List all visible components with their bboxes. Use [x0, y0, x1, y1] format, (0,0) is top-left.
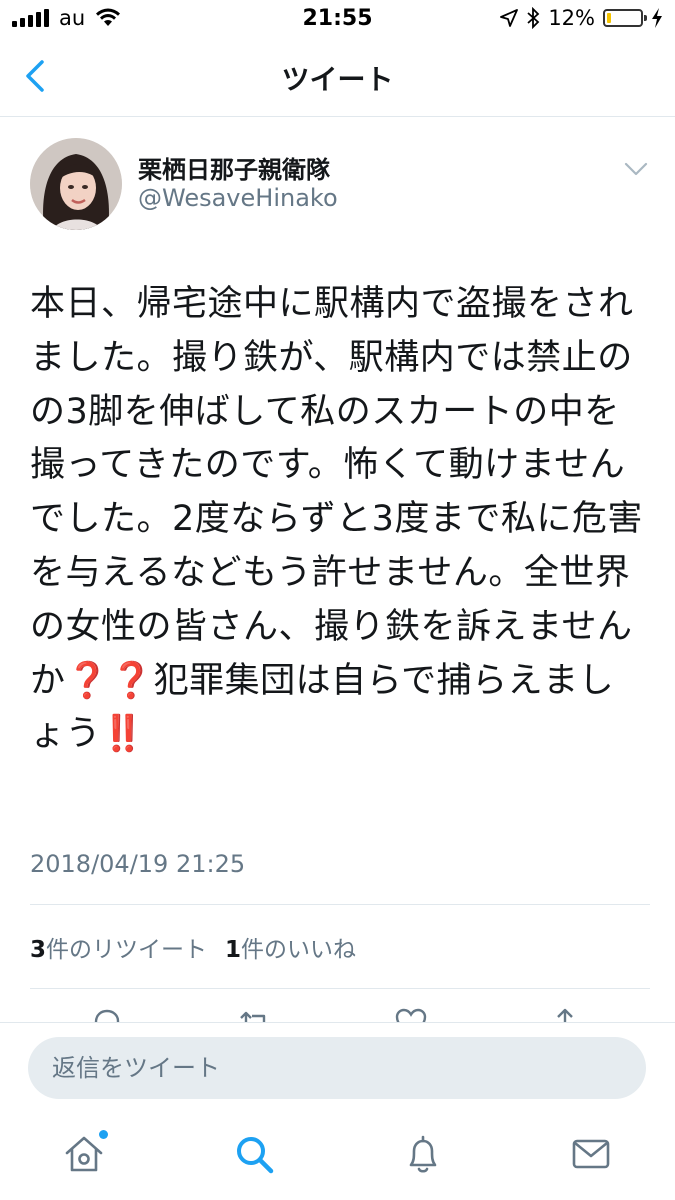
- notification-dot: [99, 1130, 108, 1139]
- battery-percent: 12%: [548, 6, 595, 30]
- retweet-button[interactable]: [238, 1006, 272, 1022]
- location-icon: [500, 9, 519, 27]
- page-title: ツイート: [281, 63, 394, 96]
- status-right: 12%: [500, 6, 663, 30]
- avatar[interactable]: [30, 138, 122, 230]
- bluetooth-icon: [527, 7, 540, 29]
- like-button[interactable]: [394, 1006, 428, 1022]
- heart-icon: [395, 1008, 427, 1022]
- tab-messages[interactable]: [569, 1132, 613, 1176]
- username[interactable]: @WesaveHinako: [138, 184, 338, 212]
- like-label: 件のいいね: [241, 937, 357, 963]
- reply-input[interactable]: [28, 1037, 646, 1099]
- divider: [30, 988, 650, 989]
- like-count: 1: [225, 937, 242, 963]
- search-icon: [237, 1137, 274, 1174]
- retweet-label: 件のリツイート: [46, 937, 208, 963]
- tab-bar: [0, 1114, 675, 1200]
- reply-icon: [94, 1009, 120, 1022]
- status-bar: au 21:55 12%: [0, 0, 675, 36]
- display-name[interactable]: 栗栖日那子親衛隊: [138, 150, 330, 185]
- share-icon: [557, 1008, 573, 1022]
- reply-bar: [0, 1022, 675, 1115]
- reply-button[interactable]: [90, 1006, 124, 1022]
- avatar-image: [30, 138, 122, 230]
- tab-home[interactable]: [62, 1130, 108, 1176]
- tweet-menu-button[interactable]: [622, 158, 650, 180]
- notifications-icon: [409, 1135, 437, 1173]
- like-count-link[interactable]: 1件のいいね: [225, 930, 356, 964]
- chevron-down-icon: [624, 162, 648, 176]
- tab-search[interactable]: [232, 1132, 276, 1176]
- tweet-text: 本日、帰宅途中に駅構内で盗撮をされました。撮り鉄が、駅構内では禁止のの3脚を伸ば…: [30, 284, 643, 755]
- tweet-stats: 3件のリツイート 1件のいいね: [30, 930, 356, 964]
- tab-notifications[interactable]: [401, 1132, 445, 1176]
- charging-icon: [652, 8, 662, 28]
- battery-icon: [603, 9, 647, 27]
- share-button[interactable]: [548, 1006, 582, 1022]
- messages-icon: [572, 1139, 610, 1169]
- tweet-actions: [0, 1000, 675, 1022]
- home-icon: [65, 1136, 103, 1172]
- retweet-count-link[interactable]: 3件のリツイート: [30, 930, 207, 964]
- retweet-icon: [240, 1011, 266, 1022]
- retweet-count: 3: [30, 937, 47, 963]
- tweet-timestamp: 2018/04/19 21:25: [30, 850, 246, 878]
- divider: [30, 904, 650, 905]
- navigation-bar: ツイート: [0, 36, 675, 117]
